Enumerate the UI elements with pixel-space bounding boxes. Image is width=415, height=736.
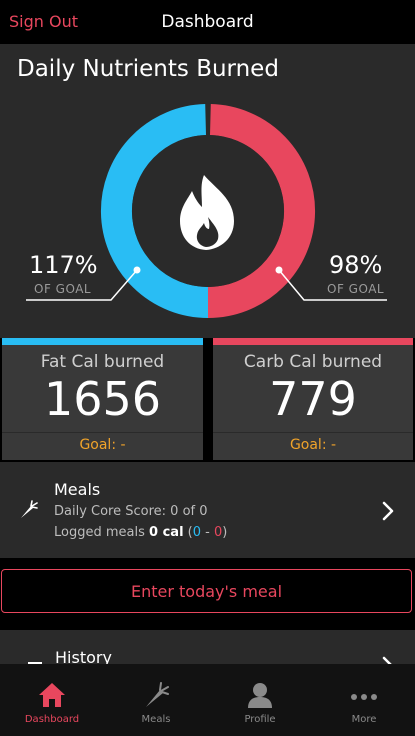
logged-meals-line: Logged meals 0 cal (0 - 0) [54,525,227,540]
tab-meals[interactable]: Meals [104,664,208,736]
tab-label: Profile [244,714,276,725]
meals-row[interactable]: Meals Daily Core Score: 0 of 0 Logged me… [0,462,415,558]
tab-dashboard[interactable]: Dashboard [0,664,104,736]
top-bar: Sign Out Dashboard [0,0,415,44]
carb-of-goal-caption: OF GOAL [327,282,385,296]
carb-goal: Goal: - [289,437,337,453]
nutrients-panel: Daily Nutrients Burned 117% OF GOAL 98% … [0,44,415,338]
fat-stat-value: 1656 [43,372,162,426]
fat-stat-label: Fat Cal burned [40,352,165,372]
carrot-icon [21,500,38,518]
divider [2,432,203,433]
home-icon [39,683,65,707]
chevron-right-icon [382,501,394,521]
daily-core-score: Daily Core Score: 0 of 0 [54,504,208,519]
carb-stat-card: Carb Cal burned 779 Goal: - [213,338,413,460]
close-paren: ) [222,525,228,540]
carrot-icon [146,682,169,707]
dash: - [205,525,210,540]
tab-profile[interactable]: Profile [208,664,312,736]
carb-percent: 98% [329,251,383,279]
fat-stat-bar [2,338,203,345]
carb-stat-bar [213,338,413,345]
enter-meal-button[interactable]: Enter today's meal [1,569,412,613]
divider [213,432,413,433]
person-icon [248,683,272,708]
fat-stat-card: Fat Cal burned 1656 Goal: - [2,338,203,460]
fat-goal: Goal: - [79,437,126,453]
page-title: Dashboard [161,12,254,32]
tab-label: More [351,714,377,725]
fat-percent: 117% [29,251,98,279]
more-icon [351,694,377,700]
tab-bar: Dashboard Meals Profile More [0,664,415,736]
fat-meal-count: 0 [192,525,202,540]
meals-title: Meals [54,480,101,499]
fat-of-goal-caption: OF GOAL [34,282,92,296]
tab-label: Dashboard [24,714,80,725]
carb-stat-label: Carb Cal burned [243,352,383,372]
carb-stat-value: 779 [269,372,357,426]
tab-label: Meals [141,714,171,725]
logged-meals-label: Logged meals [54,525,145,540]
tab-more[interactable]: More [312,664,415,736]
logged-calories: 0 cal [149,525,184,540]
